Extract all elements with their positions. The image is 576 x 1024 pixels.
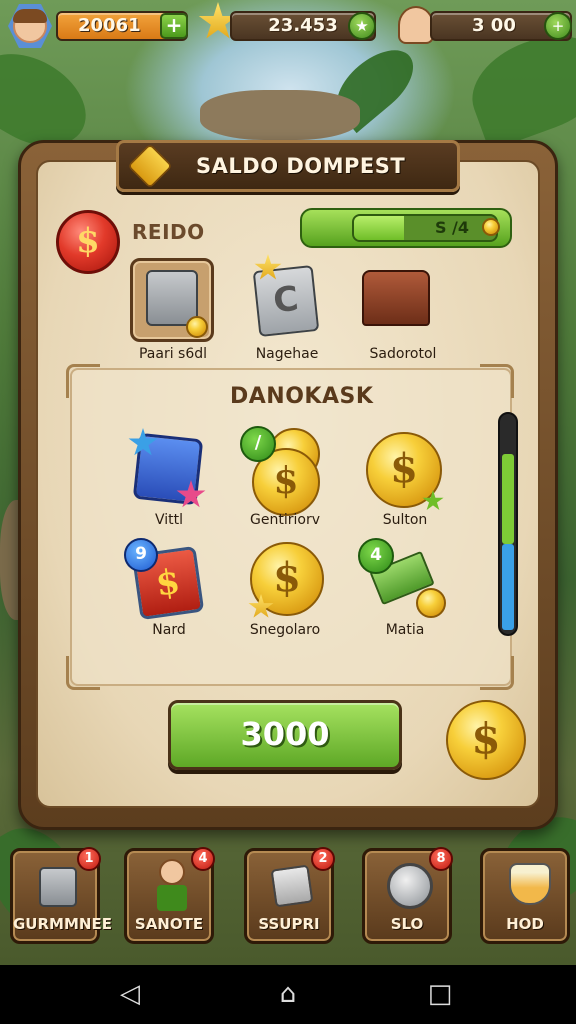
check-badge-icon: / (240, 426, 276, 462)
dock-label: SSUPRI (258, 915, 320, 933)
dock-label: SLO (390, 915, 424, 933)
add-friends-button[interactable]: + (544, 12, 572, 40)
safe-icon (39, 867, 77, 907)
star-badge-icon (186, 316, 208, 338)
medal-icon (387, 863, 433, 909)
shop-title: SALDO DOMPEST (196, 154, 406, 178)
dock-badge: 1 (77, 847, 101, 871)
dock-badge: 8 (429, 847, 453, 871)
nine-badge-icon: 9 (124, 538, 158, 572)
grid-item-caption: Sulton (382, 512, 428, 528)
featured-item-caption: Sadorotol (369, 346, 437, 362)
friend-avatar-icon (398, 6, 434, 44)
potion-icon (509, 863, 551, 905)
grid-item-caption: Snegolaro (249, 622, 321, 638)
player-avatar[interactable] (8, 4, 52, 48)
recent-apps-icon[interactable]: □ (426, 979, 454, 1009)
grid-title: DANOKASK (230, 384, 374, 409)
section-label: REIDO (132, 220, 205, 244)
gold-coin-icon[interactable]: $ (366, 432, 442, 508)
progress-fill (354, 216, 404, 240)
dock-button-ssupri[interactable]: 2 SSUPRI (244, 847, 335, 944)
red-coin-icon: $ (56, 210, 120, 274)
buy-button[interactable]: 3000 (168, 700, 402, 770)
featured-item-caption: Nagehae (255, 346, 319, 362)
player-currency-value: 20061 (78, 15, 141, 36)
explorer-body-icon (157, 885, 187, 911)
friends-currency-value: 3 00 (472, 15, 516, 36)
four-badge-icon: 4 (358, 538, 394, 574)
grid-item-caption: Gentiriorv (250, 512, 320, 528)
star-currency-value: 23.453 (268, 15, 338, 36)
small-coin-icon (416, 588, 446, 618)
dock-label: HOD (506, 915, 544, 933)
dock-button-hod[interactable]: HOD (480, 848, 570, 944)
ornament-corner (66, 364, 100, 398)
home-icon[interactable]: ⌂ (274, 979, 302, 1009)
ornament-corner (480, 656, 514, 690)
grid-scrollbar[interactable] (498, 412, 518, 636)
box-icon (270, 864, 314, 908)
dock-button-slo[interactable]: 8 SLO (362, 847, 453, 944)
small-coin-icon (482, 218, 500, 236)
featured-item-caption: Paari s6dl (138, 346, 208, 362)
add-currency-button[interactable]: + (160, 13, 188, 39)
top-resource-bar: 20061 + 23.453 ★ 3 00 + (0, 0, 576, 52)
ornament-corner (480, 364, 514, 398)
grid-item-caption: Nard (152, 622, 186, 638)
dock-button-sanote[interactable]: 4 SANOTE (124, 847, 215, 944)
back-icon[interactable]: ◁ (116, 979, 144, 1009)
dock-button-gurmmnee[interactable]: 1 GURMMNEE (10, 847, 112, 944)
scrollbar-thumb[interactable] (502, 544, 514, 630)
treasure-chest-icon (362, 270, 430, 326)
dock-badge: 4 (191, 847, 215, 871)
explorer-icon (159, 859, 185, 885)
ornament-corner (66, 656, 100, 690)
dock-label: SANOTE (134, 915, 204, 933)
grid-item-caption: Matia (385, 622, 425, 638)
dock-label: GURMMNEE (13, 915, 112, 933)
dock-badge: 2 (311, 847, 335, 871)
big-gold-coin-icon: $ (446, 700, 526, 780)
add-stars-button[interactable]: ★ (348, 12, 376, 40)
scrollbar-green-segment (502, 454, 514, 544)
grid-item-caption: Vittl (154, 512, 184, 528)
system-navigation-bar: ◁ ⌂ □ (0, 965, 576, 1024)
cliff-rock (200, 90, 360, 140)
